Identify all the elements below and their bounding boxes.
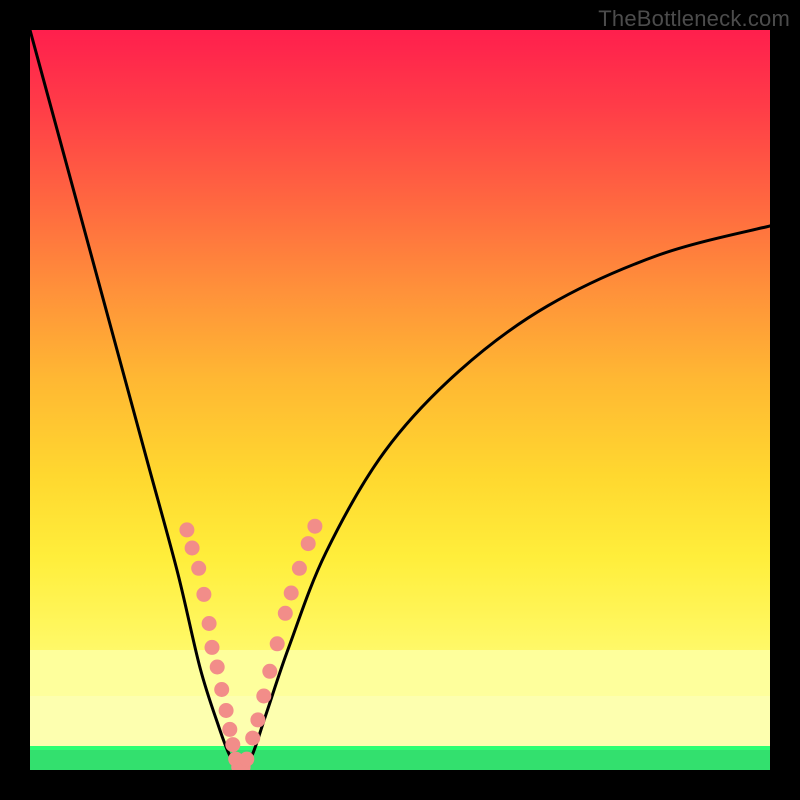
band-pale-yellow-lower [30,696,770,746]
watermark-text: TheBottleneck.com [598,6,790,32]
plot-area [30,30,770,770]
gradient-background [30,30,770,650]
band-green [30,750,770,770]
chart-canvas: TheBottleneck.com [0,0,800,800]
band-pale-yellow-upper [30,650,770,696]
band-bright-green [30,746,770,750]
